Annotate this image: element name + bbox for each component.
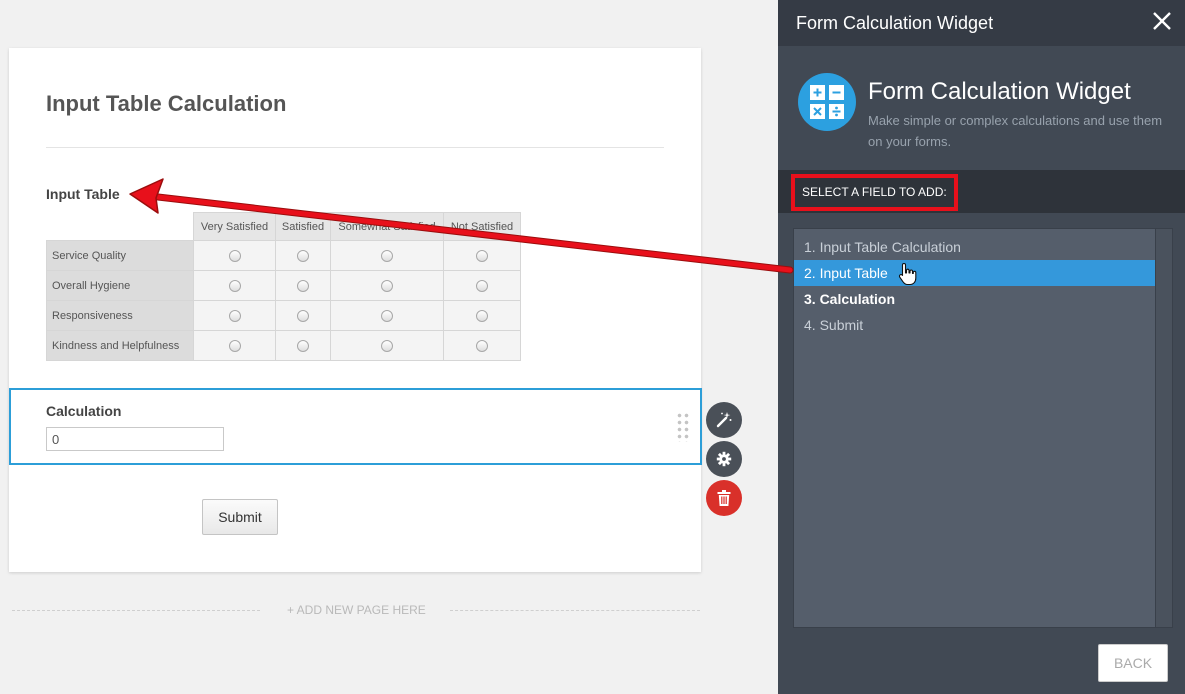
row-label: Service Quality [46, 240, 194, 271]
calculation-field[interactable]: Calculation [9, 388, 702, 465]
widget-description: Make simple or complex calculations and … [868, 113, 1163, 149]
table-row: Responsiveness [46, 300, 521, 331]
table-cell [275, 270, 331, 301]
delete-button[interactable] [706, 480, 742, 516]
table-cell [193, 240, 276, 271]
settings-button[interactable] [706, 441, 742, 477]
table-cell [330, 300, 444, 331]
add-page-label[interactable]: + ADD NEW PAGE HERE [287, 603, 426, 617]
wand-tool-button[interactable] [706, 402, 742, 438]
hand-cursor-icon [898, 262, 917, 286]
column-header: Very Satisfied [193, 212, 276, 241]
table-cell [193, 330, 276, 361]
column-header: Not Satisfied [443, 212, 521, 241]
add-page-divider [12, 610, 260, 611]
table-cell [330, 270, 444, 301]
drag-handle-icon[interactable] [676, 412, 690, 442]
calculation-input[interactable] [46, 427, 224, 451]
panel-header-title: Form Calculation Widget [796, 13, 994, 33]
select-field-bar: SELECT A FIELD TO ADD: [778, 170, 1185, 213]
row-label: Overall Hygiene [46, 270, 194, 301]
gear-icon [716, 451, 732, 467]
table-cell [330, 240, 444, 271]
column-header: Somewhat Satisfied [330, 212, 444, 241]
magic-wand-icon [716, 412, 732, 428]
radio-button[interactable] [228, 249, 241, 262]
panel-header: Form Calculation Widget [778, 0, 1185, 46]
title-divider [46, 147, 664, 148]
table-cell [443, 240, 521, 271]
table-cell [275, 330, 331, 361]
trash-icon [717, 490, 731, 506]
widget-title: Form Calculation Widget [868, 78, 1131, 105]
row-label: Kindness and Helpfulness [46, 330, 194, 361]
calculation-label: Calculation [46, 403, 122, 419]
table-cell [443, 300, 521, 331]
field-list-item[interactable]: 4. Submit [794, 312, 1156, 338]
radio-button[interactable] [476, 339, 488, 352]
widget-panel: Form Calculation Widget Form Calculation… [778, 0, 1185, 694]
close-icon[interactable] [1151, 10, 1173, 32]
table-row: Service Quality [46, 240, 521, 271]
field-list[interactable]: 1. Input Table Calculation 2. Input Table… [793, 228, 1173, 628]
radio-button[interactable] [381, 309, 393, 322]
input-table: Very Satisfied Satisfied Somewhat Satisf… [46, 212, 521, 361]
radio-button[interactable] [381, 249, 393, 262]
row-label: Responsiveness [46, 300, 194, 331]
radio-button[interactable] [297, 279, 309, 292]
form-title: Input Table Calculation [46, 91, 287, 116]
matrix-corner [46, 212, 194, 241]
table-row: Overall Hygiene [46, 270, 521, 301]
radio-button[interactable] [381, 339, 393, 352]
input-table-label: Input Table [46, 186, 120, 202]
add-new-page[interactable]: + ADD NEW PAGE HERE [12, 603, 700, 617]
radio-button[interactable] [297, 309, 309, 322]
table-cell [193, 270, 276, 301]
radio-button[interactable] [297, 249, 309, 262]
table-cell [193, 300, 276, 331]
field-list-item[interactable]: 1. Input Table Calculation [794, 234, 1156, 260]
radio-button[interactable] [228, 309, 241, 322]
list-scrollbar[interactable] [1155, 229, 1172, 627]
radio-button[interactable] [228, 339, 241, 352]
field-list-item[interactable]: 2. Input Table [794, 260, 1156, 286]
select-field-label: SELECT A FIELD TO ADD: [791, 174, 958, 211]
table-cell [443, 270, 521, 301]
submit-button[interactable]: Submit [202, 499, 278, 535]
radio-button[interactable] [476, 279, 488, 292]
radio-button[interactable] [476, 309, 488, 322]
form-card: Input Table Calculation Input Table Very… [9, 48, 702, 572]
radio-button[interactable] [476, 249, 488, 262]
table-cell [330, 330, 444, 361]
table-cell [443, 330, 521, 361]
field-list-item[interactable]: 3. Calculation [794, 286, 1156, 312]
radio-button[interactable] [297, 339, 309, 352]
column-header: Satisfied [275, 212, 331, 241]
add-page-divider [450, 610, 700, 611]
table-cell [275, 240, 331, 271]
back-button[interactable]: BACK [1098, 644, 1168, 682]
table-cell [275, 300, 331, 331]
table-row: Kindness and Helpfulness [46, 330, 521, 361]
calculator-icon [798, 73, 856, 131]
radio-button[interactable] [228, 279, 241, 292]
radio-button[interactable] [381, 279, 393, 292]
